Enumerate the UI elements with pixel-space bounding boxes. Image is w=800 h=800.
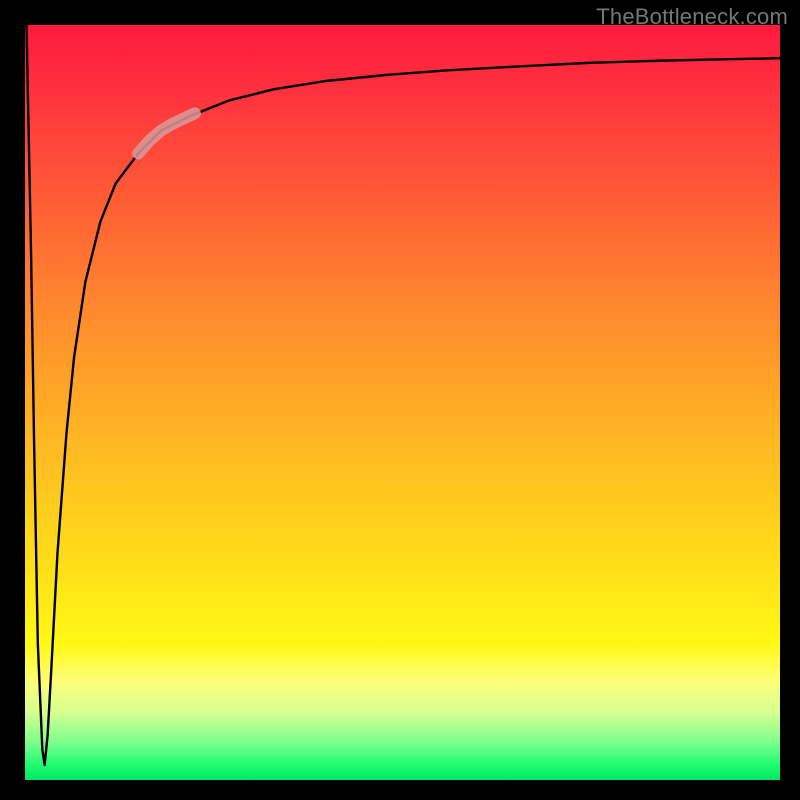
attribution-text: TheBottleneck.com bbox=[596, 4, 788, 30]
curve-layer bbox=[25, 25, 780, 780]
plot-area bbox=[25, 25, 780, 780]
bottleneck-curve bbox=[27, 25, 780, 765]
chart-frame: TheBottleneck.com bbox=[0, 0, 800, 800]
highlight-segment bbox=[138, 113, 195, 153]
